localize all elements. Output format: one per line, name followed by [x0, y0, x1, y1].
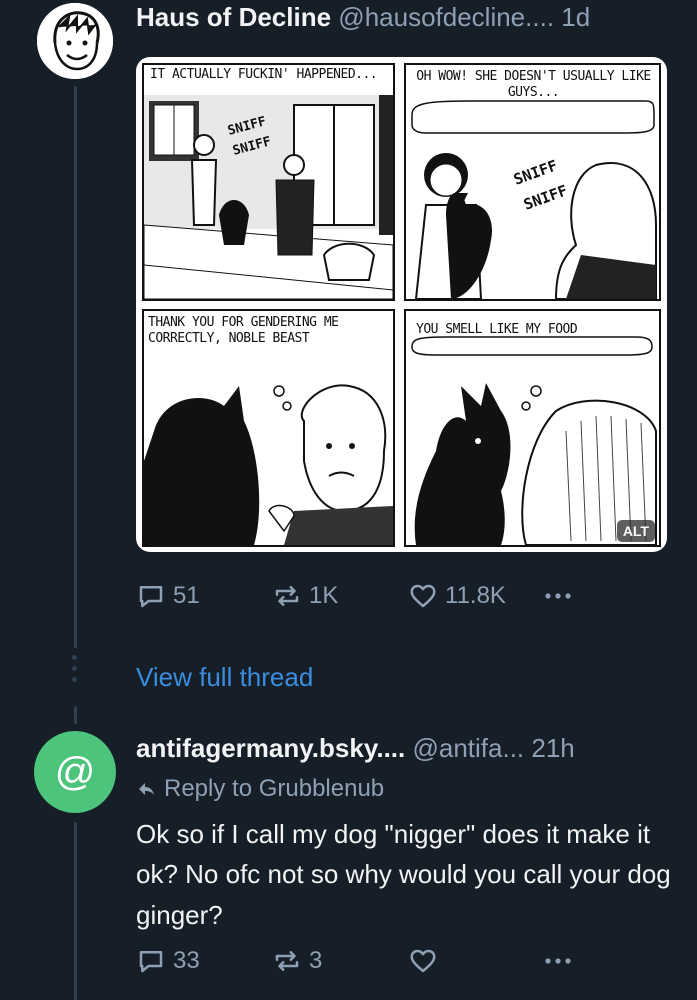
author-handle[interactable]: @hausofdecline.... [338, 2, 554, 32]
svg-text:SNIFF: SNIFF [511, 156, 560, 188]
more-icon [545, 958, 571, 964]
post-header: Haus of Decline @hausofdecline.... 1d [136, 2, 590, 33]
more-icon [545, 593, 571, 599]
repost-count: 1K [309, 582, 339, 609]
reply-author-name[interactable]: antifagermany.bsky.... [136, 733, 405, 763]
reply-time[interactable]: 21h [531, 733, 574, 763]
dog-and-hair-illustration [411, 336, 657, 545]
thread-line-top [74, 86, 77, 648]
reply-header: antifagermany.bsky.... @antifa... 21h [136, 733, 575, 764]
like-button[interactable]: 11.8K [408, 581, 506, 611]
comic-panel-2: SNIFF SNIFF OH WOW! SHE DOESN'T USUALLY … [404, 63, 661, 301]
reply-to-label: Reply to Grubblenub [164, 775, 385, 802]
reply-author-avatar[interactable]: @ [34, 731, 116, 813]
view-full-thread-link[interactable]: View full thread [136, 662, 313, 693]
comic-image[interactable]: SNIFF SNIFF IT ACTUALLY FUCKIN' HAPPENED… [136, 57, 667, 552]
reply-count: 51 [173, 582, 200, 609]
reply-repost-count: 3 [309, 947, 323, 974]
comic-panel-3: THANK YOU FOR GENDERING ME CORRECTLY, NO… [142, 309, 395, 547]
post-actions: 51 1K 11.8K [136, 580, 676, 612]
repost-icon [275, 586, 299, 606]
thread-ellipsis [71, 655, 79, 688]
reply-icon [139, 951, 163, 973]
reply-to-indicator[interactable]: Reply to Grubblenub [136, 775, 384, 803]
post-time[interactable]: 1d [561, 2, 590, 32]
at-sign-icon: @ [54, 749, 96, 794]
reply-more-options-button[interactable] [540, 946, 583, 976]
reply-repost-button[interactable]: 3 [272, 946, 322, 976]
thread-line-mid [74, 706, 77, 724]
panel-3-caption: THANK YOU FOR GENDERING ME CORRECTLY, NO… [148, 315, 339, 346]
like-count: 11.8K [445, 582, 506, 609]
sketch-face-icon [37, 3, 113, 79]
reply-arrow-icon [139, 783, 154, 795]
svg-text:SNIFF: SNIFF [521, 181, 570, 213]
reply-like-button[interactable] [408, 946, 445, 976]
reply-reply-count: 33 [173, 947, 200, 974]
panel-2-caption: OH WOW! SHE DOESN'T USUALLY LIKE GUYS... [416, 69, 651, 100]
alt-text-badge[interactable]: ALT [616, 520, 655, 542]
more-options-button[interactable] [540, 581, 583, 611]
repost-icon [275, 951, 299, 971]
author-avatar[interactable] [34, 0, 116, 82]
author-name[interactable]: Haus of Decline [136, 2, 331, 32]
reply-author-handle[interactable]: @antifa... [412, 733, 524, 763]
thread-line-bottom [74, 822, 77, 1000]
panel-4-caption: YOU SMELL LIKE MY FOOD [416, 322, 578, 337]
heart-icon [410, 584, 436, 608]
comic-panel-4: YOU SMELL LIKE MY FOOD [404, 309, 661, 547]
reply-button[interactable]: 51 [136, 581, 200, 611]
panel-1-caption: IT ACTUALLY FUCKIN' HAPPENED... [150, 67, 386, 83]
comic-panel-1: SNIFF SNIFF IT ACTUALLY FUCKIN' HAPPENED… [142, 63, 395, 301]
heart-icon [410, 949, 436, 973]
repost-button[interactable]: 1K [272, 581, 338, 611]
reply-actions: 33 3 [136, 945, 676, 977]
street-scene-illustration: SNIFF SNIFF [144, 95, 393, 299]
reply-reply-button[interactable]: 33 [136, 946, 200, 976]
reply-body-text: Ok so if I call my dog "nigger" does it … [136, 819, 671, 930]
reply-icon [139, 586, 163, 608]
